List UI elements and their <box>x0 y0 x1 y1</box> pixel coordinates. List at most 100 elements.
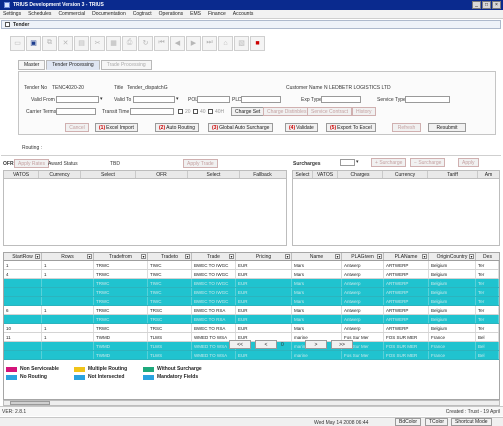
table-cell[interactable]: Mars <box>292 297 342 305</box>
table-cell[interactable]: Belgium <box>429 306 476 314</box>
shortcut-mode-button[interactable]: Shortcut Mode <box>451 418 492 426</box>
table-row[interactable]: TRWC TIWC BWEC TO IWGC EUR Mars Antwerp ARTWER… <box>4 288 499 297</box>
calendar-icon[interactable]: ▾ <box>100 96 103 102</box>
table-row[interactable]: TRWC TIWC BWEC TO IWGC EUR Mars Antwerp ARTWER… <box>4 279 499 288</box>
table-cell[interactable]: France <box>429 342 476 350</box>
t40h-checkbox[interactable] <box>208 109 213 114</box>
validate-button[interactable]: (4) Validate <box>285 123 318 132</box>
table-cell[interactable]: TRSC <box>148 324 192 332</box>
table-row[interactable]: 1 1 TRWC TIWC BWEC TO IWGC EUR Mars Antwerp ARTW… <box>4 261 499 270</box>
export-to-excel-button[interactable]: (5) Export To Excel <box>326 123 376 132</box>
menu-accounts[interactable]: Accounts <box>233 11 254 17</box>
table-cell[interactable]: Belgium <box>429 288 476 296</box>
excel-import-button[interactable]: (1) Excel Import <box>95 123 138 132</box>
table-cell[interactable]: 4 <box>4 270 42 278</box>
table-cell[interactable]: TRWC <box>94 306 148 314</box>
menu-ems[interactable]: EMS <box>190 11 201 17</box>
table-cell[interactable]: EUR <box>236 306 292 314</box>
filter-dropdown-icon[interactable]: ▾ <box>185 254 190 259</box>
table-cell[interactable]: TRWC <box>94 270 148 278</box>
scrollbar-thumb[interactable] <box>10 401 50 405</box>
table-cell[interactable]: Antwerp <box>342 315 384 323</box>
export-icon[interactable]: ▧ <box>234 35 249 51</box>
table-cell[interactable]: 1 <box>42 333 94 341</box>
table-cell[interactable]: TIWC <box>148 297 192 305</box>
table-cell[interactable]: BWEC TO IWGC <box>192 279 236 287</box>
table-cell[interactable]: Fos Sur Mer <box>342 351 384 359</box>
refresh-icon[interactable]: ↻ <box>138 35 153 51</box>
apply-rates-button[interactable]: Apply Rates <box>14 159 49 168</box>
save-icon[interactable]: ▣ <box>26 35 41 51</box>
table-cell[interactable]: Antwerp <box>342 306 384 314</box>
filter-dropdown-icon[interactable]: ▾ <box>229 254 234 259</box>
panel-checkbox[interactable] <box>5 22 10 27</box>
sur-col-currency[interactable]: Currency <box>383 171 428 178</box>
t40-checkbox[interactable] <box>193 109 198 114</box>
table-cell[interactable]: 1 <box>42 324 94 332</box>
menu-documentation[interactable]: Documentation <box>92 11 126 17</box>
table-cell[interactable]: Belgium <box>429 270 476 278</box>
exp-type-field[interactable] <box>321 96 361 103</box>
table-cell[interactable]: ARTWERP <box>384 270 429 278</box>
table-cell[interactable]: France <box>429 351 476 359</box>
close-button[interactable]: × <box>492 1 501 9</box>
bdcolor-button[interactable]: BdColor <box>395 418 422 426</box>
table-cell[interactable]: Mars <box>292 261 342 269</box>
table-cell[interactable]: Antwerp <box>342 279 384 287</box>
table-cell[interactable] <box>42 297 94 305</box>
table-cell[interactable]: ARTWERP <box>384 261 429 269</box>
table-cell[interactable]: Ter <box>476 261 499 269</box>
table-cell[interactable]: EUR <box>236 297 292 305</box>
table-cell[interactable]: TLWS <box>148 342 192 350</box>
valid-from-field[interactable] <box>56 96 99 103</box>
print-icon[interactable]: ⎙ <box>122 35 137 51</box>
table-cell[interactable]: BWEC TO IWGC <box>192 270 236 278</box>
table-cell[interactable]: Bel <box>476 342 499 350</box>
valid-to-field[interactable] <box>133 96 175 103</box>
table-cell[interactable]: TIWC <box>148 261 192 269</box>
new-icon[interactable]: ▭ <box>10 35 25 51</box>
tab-trade-processing[interactable]: Trade Processing <box>100 60 152 70</box>
table-cell[interactable]: ARTWERP <box>384 306 429 314</box>
table-cell[interactable] <box>4 297 42 305</box>
table-cell[interactable]: Belgium <box>429 324 476 332</box>
table-cell[interactable]: EUR <box>236 324 292 332</box>
chevron-down-icon[interactable]: ▾ <box>356 159 359 165</box>
table-cell[interactable]: Belgium <box>429 315 476 323</box>
table-cell[interactable]: Antwerp <box>342 261 384 269</box>
table-cell[interactable]: Ter <box>476 315 499 323</box>
refresh-button[interactable]: Refresh <box>392 123 421 132</box>
remove-surcharge-button[interactable]: − Surcharge <box>410 158 446 167</box>
table-cell[interactable] <box>4 351 42 359</box>
sur-col-am[interactable]: Am <box>478 171 499 178</box>
charge-distinbles-button[interactable]: Charge Distinbles <box>263 107 311 116</box>
menu-finance[interactable]: Finance <box>208 11 226 17</box>
table-cell[interactable]: TIWC <box>148 288 192 296</box>
table-cell[interactable]: Belgium <box>429 297 476 305</box>
first-icon[interactable]: ⏮ <box>154 35 169 51</box>
table-cell[interactable]: Bel <box>476 351 499 359</box>
table-cell[interactable] <box>4 279 42 287</box>
delete-icon[interactable]: ✕ <box>58 35 73 51</box>
table-row[interactable]: TRWC TRSC BWEC TO RSA EUR Mars Antwerp ARTWERP… <box>4 315 499 324</box>
table-cell[interactable]: TRWC <box>94 279 148 287</box>
filter-dropdown-icon[interactable]: ▾ <box>87 254 92 259</box>
table-cell[interactable]: Mars <box>292 315 342 323</box>
table-cell[interactable]: 6 <box>4 306 42 314</box>
filter-dropdown-icon[interactable]: ▾ <box>422 254 427 259</box>
transit-time-field[interactable] <box>130 108 174 115</box>
table-cell[interactable]: Ter <box>476 270 499 278</box>
table-cell[interactable]: EUR <box>236 351 292 359</box>
attach-icon[interactable]: ⌂ <box>218 35 233 51</box>
history-button[interactable]: History <box>352 107 376 116</box>
filter-dropdown-icon[interactable]: ▾ <box>335 254 340 259</box>
col-tradefrom[interactable]: Tradefrom ▾ <box>94 253 148 260</box>
global-auto-surcharge-button[interactable]: (3) Global Auto Surcharge <box>208 123 274 132</box>
col-pricing[interactable]: Pricing ▾ <box>236 253 292 260</box>
table-cell[interactable]: EUR <box>236 261 292 269</box>
filter-dropdown-icon[interactable]: ▾ <box>35 254 40 259</box>
surcharge-select[interactable] <box>340 159 355 166</box>
col-name[interactable]: Name ▾ <box>292 253 342 260</box>
table-row[interactable]: 4 1 TRWC TIWC BWEC TO IWGC EUR Mars Antwerp ARTW… <box>4 270 499 279</box>
paste-icon[interactable]: ▦ <box>106 35 121 51</box>
